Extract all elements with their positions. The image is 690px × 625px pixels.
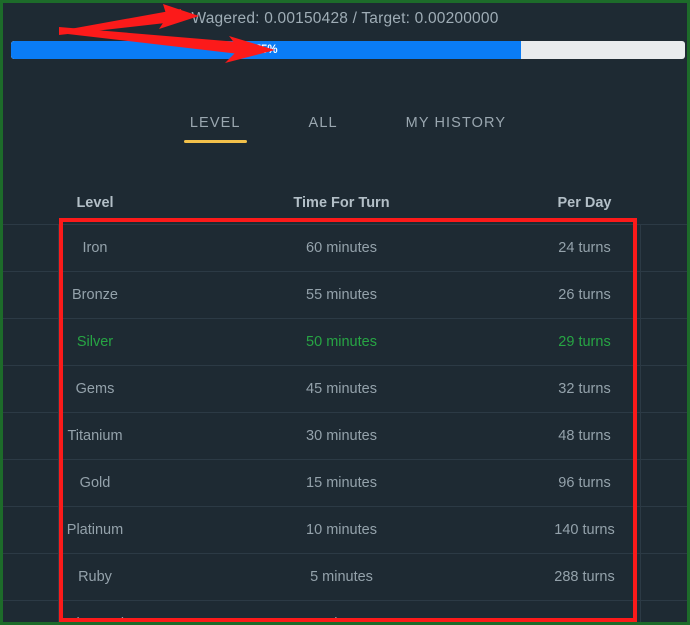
- table-row[interactable]: Ruby 5 minutes 288 turns: [3, 553, 687, 600]
- column-divider: [640, 460, 641, 506]
- cell-per-day: 1.440 turns: [548, 616, 621, 625]
- cell-per-day: 29 turns: [558, 334, 611, 350]
- column-divider: [58, 319, 59, 365]
- column-divider: [640, 225, 641, 271]
- table-row[interactable]: Bronze 55 minutes 26 turns: [3, 271, 687, 318]
- column-divider: [58, 554, 59, 600]
- table-row-current-level[interactable]: Silver 50 minutes 29 turns: [3, 318, 687, 365]
- column-divider: [58, 507, 59, 553]
- cell-time: 45 minutes: [306, 381, 377, 397]
- table-row[interactable]: Gems 45 minutes 32 turns: [3, 365, 687, 412]
- table-row[interactable]: Diamond 1 minutes 1.440 turns: [3, 600, 687, 625]
- cell-time: 15 minutes: [306, 475, 377, 491]
- cell-per-day: 140 turns: [554, 522, 615, 538]
- cell-time: 50 minutes: [306, 334, 377, 350]
- cell-level: Silver: [76, 334, 114, 350]
- column-header-time: Time For Turn: [293, 194, 390, 211]
- table-row[interactable]: Titanium 30 minutes 48 turns: [3, 412, 687, 459]
- cell-level: Platinum: [66, 522, 124, 538]
- tab-all[interactable]: ALL: [303, 111, 344, 143]
- cell-per-day: 24 turns: [558, 240, 611, 256]
- cell-per-day: 26 turns: [558, 287, 611, 303]
- column-divider: [640, 507, 641, 553]
- table-row[interactable]: Platinum 10 minutes 140 turns: [3, 506, 687, 553]
- tab-my-history[interactable]: MY HISTORY: [400, 111, 512, 143]
- wager-progress-percent-label: 75%: [254, 44, 278, 56]
- cell-level: Diamond: [65, 616, 125, 625]
- cell-level: Gems: [75, 381, 115, 397]
- tab-level[interactable]: LEVEL: [183, 111, 247, 143]
- cell-per-day: 32 turns: [558, 381, 611, 397]
- cell-level: Iron: [82, 240, 108, 256]
- tab-active-underline: [183, 140, 247, 143]
- tab-my-history-label: MY HISTORY: [405, 115, 507, 131]
- column-divider: [640, 601, 641, 622]
- tab-all-label: ALL: [308, 115, 338, 131]
- cell-per-day: 48 turns: [558, 428, 611, 444]
- tab-bar: LEVEL ALL MY HISTORY: [3, 111, 687, 143]
- column-divider: [58, 601, 59, 622]
- cell-level: Gold: [79, 475, 111, 491]
- cell-level: Titanium: [67, 428, 123, 444]
- cell-time: 5 minutes: [310, 569, 373, 585]
- column-divider: [58, 413, 59, 459]
- column-divider: [640, 554, 641, 600]
- column-header-per-day: Per Day: [557, 194, 612, 211]
- column-header-level: Level: [76, 194, 114, 211]
- column-divider: [58, 460, 59, 506]
- column-divider: [58, 272, 59, 318]
- wager-level-panel: Wagered: 0.00150428 / Target: 0.00200000…: [0, 0, 690, 625]
- column-divider: [640, 272, 641, 318]
- column-divider: [58, 366, 59, 412]
- table-row[interactable]: Iron 60 minutes 24 turns: [3, 224, 687, 271]
- cell-time: 10 minutes: [306, 522, 377, 538]
- cell-time: 1 minutes: [310, 616, 373, 625]
- tab-level-label: LEVEL: [189, 115, 241, 131]
- cell-level: Ruby: [78, 569, 112, 585]
- wager-progress-bar: 75%: [11, 41, 685, 59]
- cell-time: 30 minutes: [306, 428, 377, 444]
- cell-level: Bronze: [72, 287, 118, 303]
- cell-per-day: 96 turns: [558, 475, 611, 491]
- column-divider: [58, 225, 59, 271]
- cell-time: 55 minutes: [306, 287, 377, 303]
- tab-underline-inactive: [303, 140, 344, 143]
- cell-per-day: 288 turns: [554, 569, 615, 585]
- table-header-row: Level Time For Turn Per Day: [3, 181, 687, 224]
- cell-time: 60 minutes: [306, 240, 377, 256]
- wagered-target-text: Wagered: 0.00150428 / Target: 0.00200000: [191, 10, 499, 27]
- tab-underline-inactive: [400, 140, 512, 143]
- levels-table: Level Time For Turn Per Day Iron 60 minu…: [3, 181, 687, 625]
- column-divider: [640, 413, 641, 459]
- column-divider: [640, 366, 641, 412]
- column-divider: [640, 319, 641, 365]
- table-row[interactable]: Gold 15 minutes 96 turns: [3, 459, 687, 506]
